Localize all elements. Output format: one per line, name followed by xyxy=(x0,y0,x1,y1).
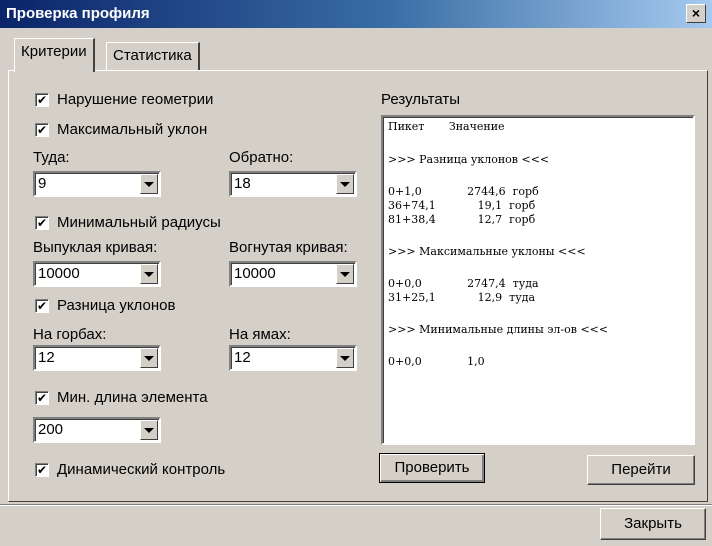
slope-diff-label: Разница уклонов xyxy=(57,297,176,314)
forward-label: Туда: xyxy=(33,149,70,166)
concave-value: 10000 xyxy=(234,265,276,282)
min-radius-label: Минимальный радиусы xyxy=(57,214,221,231)
results-section: >>> Разница уклонов <<< xyxy=(388,153,550,166)
tab-statistics-label: Статистика xyxy=(113,47,192,64)
criteria-panel: ✔ Нарушение геометрии ✔ Максимальный укл… xyxy=(8,70,708,502)
concave-label: Вогнутая кривая: xyxy=(229,239,348,256)
results-section: >>> Максимальные уклоны <<< xyxy=(388,245,586,258)
pits-label: На ямах: xyxy=(229,326,291,343)
min-element-length-label: Мин. длина элемента xyxy=(57,389,208,406)
check-button[interactable]: Проверить xyxy=(379,453,485,483)
checkbox-box: ✔ xyxy=(35,92,49,107)
window-title: Проверка профиля xyxy=(6,5,150,22)
chevron-down-icon[interactable] xyxy=(140,348,158,368)
dynamic-control-checkbox[interactable]: ✔ Динамический контроль xyxy=(35,461,225,478)
dynamic-control-label: Динамический контроль xyxy=(57,461,226,478)
backward-combo[interactable]: 18 xyxy=(229,171,357,197)
forward-combo[interactable]: 9 xyxy=(33,171,161,197)
footer-divider xyxy=(0,504,712,506)
forward-value: 9 xyxy=(38,175,47,192)
chevron-down-icon[interactable] xyxy=(336,174,354,194)
convex-label: Выпуклая кривая: xyxy=(33,239,158,256)
checkbox-box: ✔ xyxy=(35,298,49,313)
window-title-bar: Проверка профиля × xyxy=(0,0,712,28)
pits-value: 12 xyxy=(234,349,251,366)
tab-criteria[interactable]: Критерии xyxy=(14,38,95,72)
results-label: Результаты xyxy=(381,91,460,108)
checkbox-box: ✔ xyxy=(35,122,49,137)
chevron-down-icon[interactable] xyxy=(336,264,354,284)
close-icon[interactable]: × xyxy=(686,4,706,23)
close-button[interactable]: Закрыть xyxy=(600,508,706,540)
checkbox-box: ✔ xyxy=(35,215,49,230)
results-row: 0+1,0 2744,6 горб xyxy=(388,185,539,198)
backward-label: Обратно: xyxy=(229,149,294,166)
backward-value: 18 xyxy=(234,175,251,192)
checkbox-box: ✔ xyxy=(35,462,49,477)
convex-combo[interactable]: 10000 xyxy=(33,261,161,287)
tab-criteria-label: Критерии xyxy=(21,43,87,60)
slope-diff-checkbox[interactable]: ✔ Разница уклонов xyxy=(35,297,175,314)
results-row: 31+25,1 12,9 туда xyxy=(388,291,536,304)
convex-value: 10000 xyxy=(38,265,80,282)
chevron-down-icon[interactable] xyxy=(140,420,158,440)
results-row: 0+0,0 2747,4 туда xyxy=(388,277,539,290)
geometry-violation-label: Нарушение геометрии xyxy=(57,91,214,108)
results-row: 81+38,4 12,7 горб xyxy=(388,213,536,226)
concave-combo[interactable]: 10000 xyxy=(229,261,357,287)
humps-combo[interactable]: 12 xyxy=(33,345,161,371)
humps-label: На горбах: xyxy=(33,326,107,343)
results-row: 36+74,1 19,1 горб xyxy=(388,199,536,212)
chevron-down-icon[interactable] xyxy=(336,348,354,368)
humps-value: 12 xyxy=(38,349,55,366)
results-list[interactable]: Пикет Значение >>> Разница уклонов <<< 0… xyxy=(381,115,695,445)
pits-combo[interactable]: 12 xyxy=(229,345,357,371)
goto-button[interactable]: Перейти xyxy=(587,455,695,485)
min-radius-checkbox[interactable]: ✔ Минимальный радиусы xyxy=(35,214,221,231)
tab-statistics[interactable]: Статистика xyxy=(106,42,200,70)
min-element-length-checkbox[interactable]: ✔ Мин. длина элемента xyxy=(35,389,208,406)
checkbox-box: ✔ xyxy=(35,390,49,405)
chevron-down-icon[interactable] xyxy=(140,174,158,194)
results-section: >>> Минимальные длины эл-ов <<< xyxy=(388,323,609,336)
max-slope-checkbox[interactable]: ✔ Максимальный уклон xyxy=(35,121,207,138)
min-element-combo[interactable]: 200 xyxy=(33,417,161,443)
chevron-down-icon[interactable] xyxy=(140,264,158,284)
min-element-value: 200 xyxy=(38,421,64,438)
geometry-violation-checkbox[interactable]: ✔ Нарушение геометрии xyxy=(35,91,213,108)
max-slope-label: Максимальный уклон xyxy=(57,121,208,138)
results-header: Пикет Значение xyxy=(388,120,505,133)
results-row: 0+0,0 1,0 xyxy=(388,355,485,368)
